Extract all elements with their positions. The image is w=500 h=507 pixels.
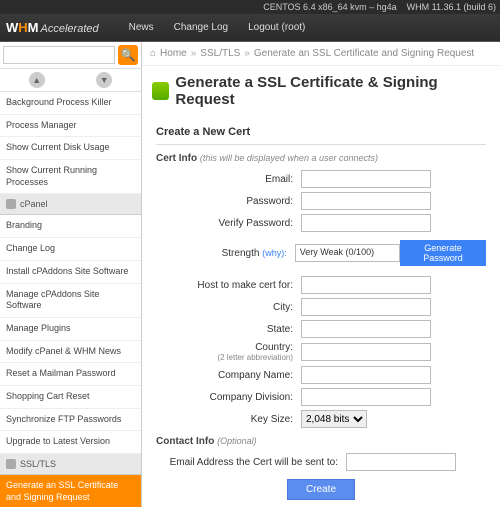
password-label: Password:	[156, 196, 301, 207]
sidebar-item[interactable]: Install cPAddons Site Software	[0, 261, 141, 284]
section-title-create: Create a New Cert	[156, 116, 486, 145]
os-label: CENTOS 6.4 x86_64 kvm – hg4a	[263, 2, 396, 12]
sidebar-item[interactable]: Branding	[0, 215, 141, 238]
main-header: WHMAccelerated News Change Log Logout (r…	[0, 14, 500, 42]
sidebar-category-ssl[interactable]: SSL/TLS	[0, 454, 141, 475]
nav-changelog[interactable]: Change Log	[174, 22, 229, 33]
sidebar-item[interactable]: Modify cPanel & WHM News	[0, 341, 141, 364]
sidebar: 🔍 ▲ ▼ Background Process Killer Process …	[0, 42, 142, 507]
sidebar-nav-arrows: ▲ ▼	[0, 69, 141, 92]
breadcrumb-home[interactable]: Home	[160, 48, 187, 59]
nav-news[interactable]: News	[129, 22, 154, 33]
country-input[interactable]	[301, 343, 431, 361]
sidebar-category-cpanel[interactable]: cPanel	[0, 194, 141, 215]
create-button[interactable]: Create	[287, 479, 355, 500]
host-input[interactable]	[301, 276, 431, 294]
strength-label: Strength (why):	[156, 248, 295, 259]
breadcrumb-l2: Generate an SSL Certificate and Signing …	[254, 48, 474, 59]
nav-up-icon[interactable]: ▲	[29, 72, 45, 88]
host-label: Host to make cert for:	[156, 280, 301, 291]
sidebar-item-generate-ssl[interactable]: Generate an SSL Certificate and Signing …	[0, 475, 141, 507]
sidebar-item[interactable]: Manage Plugins	[0, 318, 141, 341]
company-label: Company Name:	[156, 370, 301, 381]
header-nav: News Change Log Logout (root)	[129, 22, 306, 33]
password-input[interactable]	[301, 192, 431, 210]
cert-info-title: Cert Info (this will be displayed when a…	[156, 153, 486, 164]
sidebar-item[interactable]: Shopping Cart Reset	[0, 386, 141, 409]
contact-info-title: Contact Info (Optional)	[156, 436, 486, 447]
sidebar-item[interactable]: Upgrade to Latest Version	[0, 431, 141, 454]
ssl-icon	[6, 459, 16, 469]
strength-value: Very Weak (0/100)	[295, 244, 400, 262]
whm-logo: WHMAccelerated	[6, 20, 99, 35]
email-label: Email:	[156, 174, 301, 185]
nav-down-icon[interactable]: ▼	[96, 72, 112, 88]
sidebar-item[interactable]: Manage cPAddons Site Software	[0, 284, 141, 318]
verify-password-input[interactable]	[301, 214, 431, 232]
breadcrumb-sep: »	[244, 48, 250, 59]
cpanel-icon	[6, 199, 16, 209]
city-label: City:	[156, 302, 301, 313]
state-label: State:	[156, 324, 301, 335]
nav-logout[interactable]: Logout (root)	[248, 22, 305, 33]
sidebar-item[interactable]: Process Manager	[0, 115, 141, 138]
company-input[interactable]	[301, 366, 431, 384]
state-input[interactable]	[301, 320, 431, 338]
sidebar-item[interactable]: Reset a Mailman Password	[0, 363, 141, 386]
sidebar-search-input[interactable]	[3, 46, 115, 64]
sidebar-item[interactable]: Change Log	[0, 238, 141, 261]
search-button[interactable]: 🔍	[118, 45, 138, 65]
division-input[interactable]	[301, 388, 431, 406]
version-label: WHM 11.36.1 (build 6)	[407, 2, 496, 12]
sendto-input[interactable]	[346, 453, 456, 471]
breadcrumb-sep: »	[191, 48, 197, 59]
breadcrumb-l1[interactable]: SSL/TLS	[200, 48, 240, 59]
verify-password-label: Verify Password:	[156, 218, 301, 229]
keysize-select[interactable]: 2,048 bits	[301, 410, 367, 428]
email-input[interactable]	[301, 170, 431, 188]
division-label: Company Division:	[156, 392, 301, 403]
home-icon[interactable]: ⌂	[150, 48, 156, 59]
breadcrumb: ⌂ Home » SSL/TLS » Generate an SSL Certi…	[142, 42, 500, 66]
certificate-icon	[152, 82, 169, 100]
sidebar-item[interactable]: Show Current Disk Usage	[0, 137, 141, 160]
country-label: Country:(2 letter abbreviation)	[156, 342, 301, 362]
top-status-bar: CENTOS 6.4 x86_64 kvm – hg4a WHM 11.36.1…	[0, 0, 500, 14]
sidebar-item[interactable]: Background Process Killer	[0, 92, 141, 115]
sidebar-search-row: 🔍	[0, 42, 141, 69]
sidebar-item[interactable]: Synchronize FTP Passwords	[0, 409, 141, 432]
page-title: Generate a SSL Certificate & Signing Req…	[142, 66, 500, 116]
search-icon: 🔍	[121, 48, 136, 62]
sendto-label: Email Address the Cert will be sent to:	[156, 457, 346, 468]
sidebar-item[interactable]: Show Current Running Processes	[0, 160, 141, 194]
generate-password-button[interactable]: Generate Password	[400, 240, 486, 266]
city-input[interactable]	[301, 298, 431, 316]
keysize-label: Key Size:	[156, 414, 301, 425]
main-content: ⌂ Home » SSL/TLS » Generate an SSL Certi…	[142, 42, 500, 507]
